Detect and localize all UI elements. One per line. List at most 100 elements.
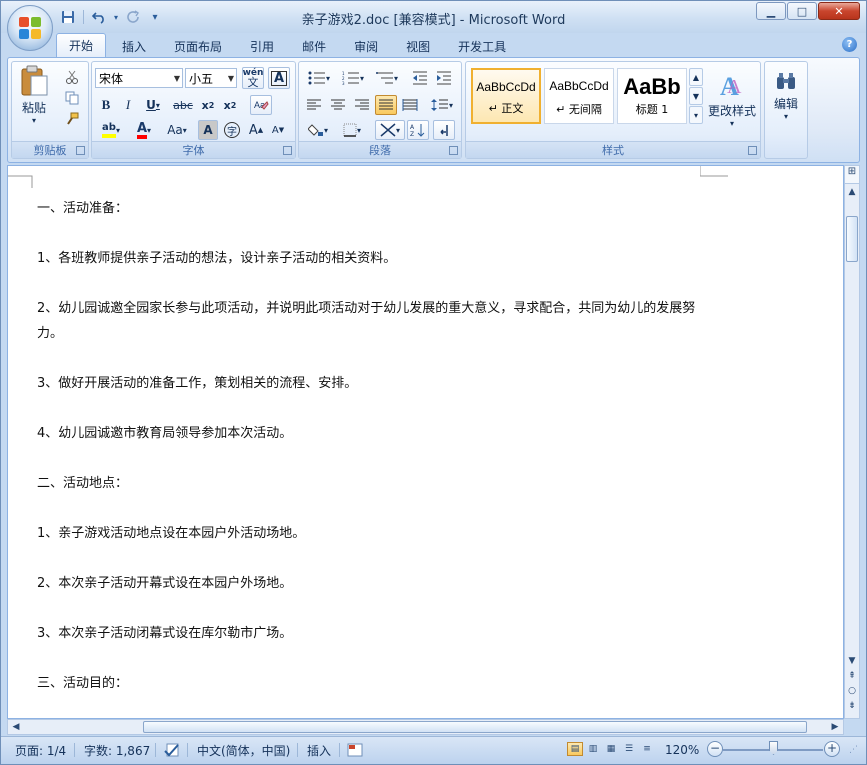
distributed-button[interactable] (399, 95, 421, 115)
zoom-level[interactable]: 120% (665, 741, 699, 759)
customize-qat-button[interactable]: ▾ (146, 8, 164, 26)
zoom-slider-knob[interactable] (769, 741, 778, 755)
resize-grip-icon[interactable]: ⋰ (849, 741, 858, 759)
tab-page-layout[interactable]: 页面布局 (162, 35, 234, 57)
align-center-button[interactable] (327, 95, 349, 115)
clipboard-group: 粘贴 ▾ 剪贴板 (11, 61, 89, 159)
format-painter-icon[interactable] (62, 110, 82, 128)
scroll-right-icon[interactable]: ▶ (827, 720, 843, 734)
select-browse-object-icon[interactable]: ○ (845, 684, 859, 698)
page-count[interactable]: 页面: 1/4 (15, 741, 66, 759)
font-name-combo[interactable]: 宋体 ▼ (95, 68, 183, 88)
paragraph-dialog-launcher[interactable] (449, 146, 458, 155)
character-border-button[interactable]: A (268, 67, 290, 89)
web-layout-view-icon[interactable]: ▦ (603, 742, 619, 756)
character-shading-button[interactable]: A (198, 120, 218, 140)
grow-font-button[interactable]: A ▲ (246, 120, 266, 140)
sort-button[interactable]: AZ (407, 120, 429, 140)
decrease-indent-button[interactable] (409, 68, 431, 88)
macro-record-icon[interactable] (347, 741, 363, 759)
borders-button[interactable]: ▾ (337, 120, 367, 140)
align-right-button[interactable] (351, 95, 373, 115)
styles-dialog-launcher[interactable] (748, 146, 757, 155)
tab-home[interactable]: 开始 (56, 33, 107, 57)
insert-mode-indicator[interactable]: 插入 (307, 741, 331, 759)
draft-view-icon[interactable]: ≡ (639, 742, 655, 756)
zoom-in-icon[interactable]: + (824, 741, 840, 757)
scroll-left-icon[interactable]: ◀ (8, 720, 24, 734)
line-spacing-button[interactable]: ▾ (427, 95, 457, 115)
underline-button[interactable]: U ▾ (140, 95, 166, 115)
phonetic-guide-button[interactable]: wén 文 (242, 67, 264, 89)
tab-references[interactable]: 引用 (238, 35, 286, 57)
align-left-button[interactable] (303, 95, 325, 115)
document-body[interactable]: 一、活动准备： 1、各班教师提供亲子活动的想法，设计亲子活动的相关资料。 2、幼… (37, 196, 707, 718)
tab-insert[interactable]: 插入 (110, 35, 158, 57)
multilevel-list-button[interactable]: ▾ (371, 68, 403, 88)
strikethrough-button[interactable]: abc (170, 95, 196, 115)
document-canvas[interactable]: 一、活动准备： 1、各班教师提供亲子活动的想法，设计亲子活动的相关资料。 2、幼… (7, 165, 844, 719)
vertical-scroll-thumb[interactable] (846, 216, 858, 262)
proofing-status-icon[interactable] (164, 741, 182, 759)
close-button[interactable]: ✕ (818, 2, 860, 20)
font-size-combo[interactable]: 小五 ▼ (185, 68, 237, 88)
help-icon[interactable]: ? (842, 37, 857, 52)
minimize-button[interactable]: ▁ (756, 2, 786, 20)
office-button[interactable] (7, 5, 53, 51)
undo-icon[interactable] (90, 8, 108, 26)
italic-button[interactable]: I (118, 95, 138, 115)
full-screen-reading-view-icon[interactable]: ▥ (585, 742, 601, 756)
style-heading-1[interactable]: AaBb 标题 1 (617, 68, 687, 124)
change-styles-button[interactable]: A A 更改样式 ▾ (707, 64, 757, 138)
tab-review[interactable]: 审阅 (342, 35, 390, 57)
style-normal[interactable]: AaBbCcDd ↵ 正文 (471, 68, 541, 124)
horizontal-scroll-thumb[interactable] (143, 721, 807, 733)
clipboard-dialog-launcher[interactable] (76, 146, 85, 155)
scroll-down-icon[interactable]: ▼ (845, 654, 859, 668)
justify-button[interactable] (375, 95, 397, 115)
increase-indent-button[interactable] (433, 68, 455, 88)
styles-scroll-up-icon[interactable]: ▲ (689, 68, 703, 86)
undo-dropdown-icon[interactable]: ▾ (112, 8, 120, 26)
zoom-out-icon[interactable]: − (707, 741, 723, 757)
styles-scroll-down-icon[interactable]: ▼ (689, 87, 703, 105)
language-indicator[interactable]: 中文(简体，中国) (197, 741, 290, 759)
vertical-scrollbar[interactable]: ⊞ ▲ ▼ ⇞ ○ ⇟ (844, 165, 860, 719)
change-case-button[interactable]: Aa ▾ (162, 120, 192, 140)
shading-button[interactable]: ▾ (303, 120, 333, 140)
show-formatting-marks-button[interactable] (433, 120, 455, 140)
editing-button[interactable]: 编辑 ▾ (767, 64, 805, 136)
word-count[interactable]: 字数: 1,867 (84, 741, 150, 759)
subscript-button[interactable]: x2 (198, 95, 218, 115)
horizontal-scrollbar[interactable]: ◀ ▶ (7, 719, 844, 735)
outline-view-icon[interactable]: ☰ (621, 742, 637, 756)
numbering-button[interactable]: 1 2 3 ▾ (337, 68, 369, 88)
print-layout-view-icon[interactable]: ▤ (567, 742, 583, 756)
chinese-layout-button[interactable]: ▾ (375, 120, 405, 140)
previous-page-icon[interactable]: ⇞ (845, 669, 859, 683)
tab-developer[interactable]: 开发工具 (446, 35, 518, 57)
next-page-icon[interactable]: ⇟ (845, 699, 859, 713)
cut-icon[interactable] (62, 68, 82, 86)
superscript-button[interactable]: x2 (220, 95, 240, 115)
font-dialog-launcher[interactable] (283, 146, 292, 155)
text-highlight-button[interactable]: ab ▾ (96, 120, 126, 140)
maximize-button[interactable]: □ (787, 2, 817, 20)
font-color-button[interactable]: A ▾ (130, 120, 158, 140)
redo-icon[interactable] (124, 8, 142, 26)
save-icon[interactable] (59, 8, 77, 26)
enclose-characters-button[interactable]: 字 (222, 120, 242, 140)
paragraph-mark-icon (440, 125, 448, 136)
tab-mailings[interactable]: 邮件 (290, 35, 338, 57)
scroll-up-icon[interactable]: ▲ (845, 184, 859, 200)
bold-button[interactable]: B (96, 95, 116, 115)
view-ruler-icon[interactable]: ⊞ (845, 166, 859, 184)
clear-formatting-button[interactable]: Aa (250, 95, 272, 115)
copy-icon[interactable] (62, 89, 82, 107)
style-no-spacing[interactable]: AaBbCcDd ↵ 无间隔 (544, 68, 614, 124)
shrink-font-button[interactable]: A ▼ (268, 120, 288, 140)
styles-more-icon[interactable]: ▾ (689, 106, 703, 124)
tab-view[interactable]: 视图 (394, 35, 442, 57)
bullets-button[interactable]: ▾ (303, 68, 335, 88)
paste-button[interactable]: 粘贴 ▾ (15, 64, 53, 126)
